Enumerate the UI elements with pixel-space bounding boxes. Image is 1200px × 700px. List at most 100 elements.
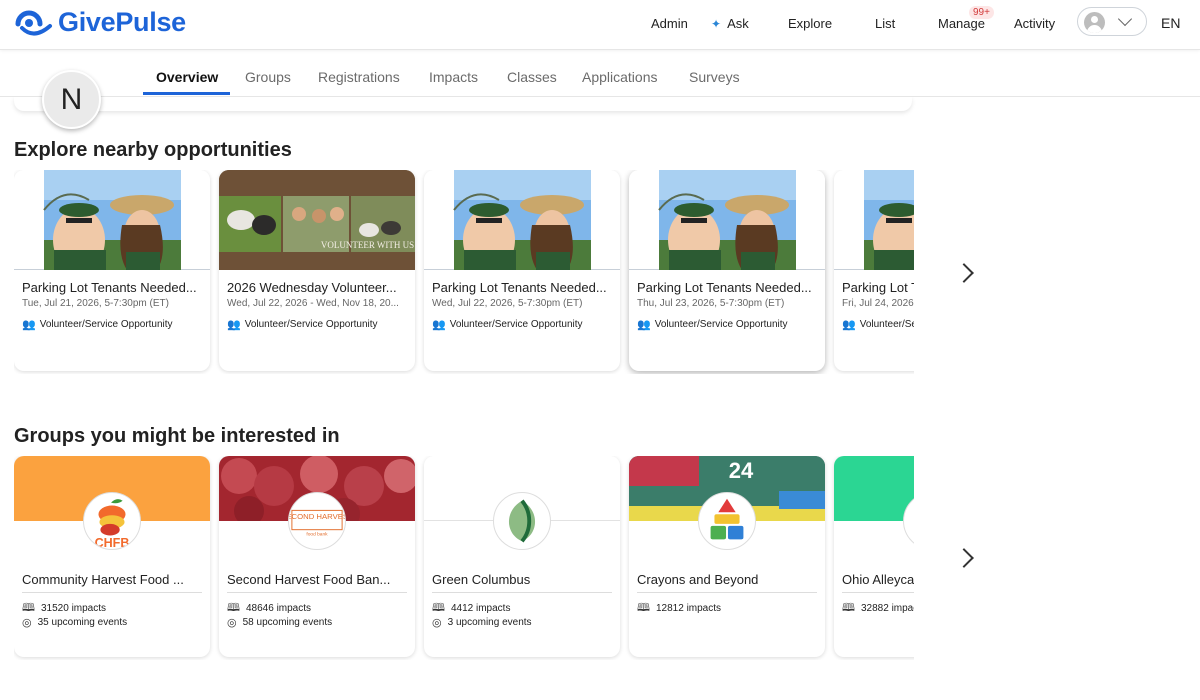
- divider: [842, 592, 914, 593]
- opportunity-type-label: Volunteer/Service Opportunity: [859, 319, 914, 330]
- tab-surveys[interactable]: Surveys: [689, 69, 740, 85]
- group-card[interactable]: 24 Crayons and Beyond 🕮 12812 impacts: [629, 456, 825, 657]
- group-name: Crayons and Beyond: [637, 572, 759, 587]
- opportunity-date: Wed, Jul 22, 2026, 5-7:30pm (ET): [432, 298, 583, 309]
- opportunity-card[interactable]: Parking Lot Tenants Needed... Fri, Jul 2…: [834, 170, 914, 371]
- image-caption: VOLUNTEER WITH US!: [321, 240, 415, 250]
- opportunity-type: 👥Volunteer/Service Opportunity: [22, 318, 173, 331]
- opportunity-type-label: Volunteer/Service Opportunity: [654, 319, 788, 330]
- opportunity-title: Parking Lot Tenants Needed...: [22, 280, 197, 295]
- opportunity-image: [424, 170, 620, 272]
- opportunity-title: Parking Lot Tenants Needed...: [842, 280, 914, 295]
- opportunity-type: 👥Volunteer/Service Opportunity: [432, 318, 583, 331]
- opportunity-card[interactable]: VOLUNTEER WITH US! 2026 Wednesday Volunt…: [219, 170, 415, 371]
- people-icon: 👥: [842, 319, 856, 331]
- group-logo: SECOND HARVEST food bank: [288, 492, 346, 550]
- second-harvest-logo-sub: food bank: [306, 531, 328, 537]
- calendar-icon: ◎: [432, 617, 442, 629]
- opportunity-date: Tue, Jul 21, 2026, 5-7:30pm (ET): [22, 298, 169, 309]
- group-name: Ohio Alleycat Resource...: [842, 572, 914, 587]
- opportunities-next-arrow[interactable]: [954, 263, 974, 283]
- tab-groups[interactable]: Groups: [245, 69, 291, 85]
- opportunity-card[interactable]: Parking Lot Tenants Needed... Thu, Jul 2…: [629, 170, 825, 371]
- opportunity-type: 👥Volunteer/Service Opportunity: [227, 318, 378, 331]
- group-name: Second Harvest Food Ban...: [227, 572, 391, 587]
- groups-heading: Groups you might be interested in: [14, 425, 340, 447]
- user-menu-button[interactable]: [1077, 7, 1147, 36]
- group-impacts-label: 32882 impacts: [860, 603, 914, 614]
- opportunity-image: [629, 170, 825, 272]
- nav-ask-label: Ask: [727, 16, 749, 31]
- group-card[interactable]: SECOND HARVEST food bank Second Harvest …: [219, 456, 415, 657]
- opportunity-image: [834, 170, 914, 272]
- people-icon: 👥: [432, 319, 446, 331]
- second-harvest-logo-text: SECOND HARVEST: [289, 512, 345, 521]
- divider: [227, 592, 407, 593]
- group-impacts-label: 31520 impacts: [40, 603, 107, 614]
- tab-registrations[interactable]: Registrations: [318, 69, 400, 85]
- groups-carousel: CHFB Community Harvest Food ... 🕮 31520 i…: [14, 456, 914, 660]
- group-events-label: 3 upcoming events: [447, 617, 532, 628]
- groups-next-arrow[interactable]: [954, 548, 974, 568]
- group-name: Green Columbus: [432, 572, 531, 587]
- opportunity-type-label: Volunteer/Service Opportunity: [244, 319, 378, 330]
- opportunities-heading: Explore nearby opportunities: [14, 139, 292, 161]
- nav-explore[interactable]: Explore: [788, 16, 832, 31]
- opportunity-type: 👥Volunteer/Service Opportunity: [842, 318, 914, 331]
- givepulse-logo[interactable]: GivePulse: [14, 7, 186, 38]
- opportunity-type: 👥Volunteer/Service Opportunity: [637, 318, 788, 331]
- nav-activity[interactable]: Activity: [1014, 16, 1055, 31]
- divider: [637, 592, 817, 593]
- nav-ask[interactable]: ✦ Ask: [711, 16, 749, 31]
- opportunity-date: Fri, Jul 24, 2026, 5-7:30pm (ET): [842, 298, 914, 309]
- opportunity-type-label: Volunteer/Service Opportunity: [449, 319, 583, 330]
- group-card[interactable]: CHFB Community Harvest Food ... 🕮 31520 i…: [14, 456, 210, 657]
- nav-admin[interactable]: Admin: [651, 16, 688, 31]
- group-name: Community Harvest Food ...: [22, 572, 184, 587]
- group-card[interactable]: Green Columbus 🕮 4412 impacts ◎ 3 upcoming…: [424, 456, 620, 657]
- opportunity-title: Parking Lot Tenants Needed...: [637, 280, 812, 295]
- group-card[interactable]: O Ohio Alleycat Resource... 🕮32882 impac…: [834, 456, 914, 657]
- opportunity-image: [14, 170, 210, 272]
- opportunities-carousel: Parking Lot Tenants Needed... Tue, Jul 2…: [14, 170, 914, 374]
- active-tab-indicator: [143, 92, 230, 95]
- top-navbar: GivePulse Admin ✦ Ask Explore List Manage…: [0, 0, 1200, 50]
- group-impacts-label: 12812 impacts: [655, 603, 722, 614]
- opportunity-card[interactable]: Parking Lot Tenants Needed... Tue, Jul 2…: [14, 170, 210, 371]
- profile-avatar[interactable]: N: [42, 70, 101, 129]
- group-logo: [493, 492, 551, 550]
- tab-classes[interactable]: Classes: [507, 69, 557, 85]
- chfb-logo-text: CHFB: [95, 536, 130, 550]
- sparkle-icon: ✦: [711, 17, 722, 31]
- user-avatar-icon: [1084, 12, 1105, 33]
- opportunity-date: Thu, Jul 23, 2026, 5-7:30pm (ET): [637, 298, 785, 309]
- banner-number: 24: [729, 458, 754, 483]
- group-impacts-label: 4412 impacts: [450, 603, 511, 614]
- tab-impacts[interactable]: Impacts: [429, 69, 478, 85]
- people-icon: 👥: [227, 319, 241, 331]
- group-events: ◎ 3 upcoming events: [432, 616, 532, 629]
- group-impacts: 🕮 32882 impacts: [842, 599, 914, 618]
- profile-card-edge: [14, 97, 912, 111]
- group-logo: CHFB: [83, 492, 141, 550]
- opportunity-image: VOLUNTEER WITH US!: [219, 170, 415, 270]
- group-events-label: 58 upcoming events: [242, 617, 333, 628]
- tab-applications[interactable]: Applications: [582, 69, 658, 85]
- language-selector[interactable]: EN: [1161, 15, 1180, 31]
- group-impacts-label: 48646 impacts: [245, 603, 312, 614]
- book-icon: 🕮: [637, 602, 650, 614]
- people-icon: 👥: [637, 319, 651, 331]
- opportunity-date: Wed, Jul 22, 2026 - Wed, Nov 18, 20...: [227, 298, 399, 309]
- chevron-down-icon: [1117, 11, 1133, 27]
- tab-overview[interactable]: Overview: [156, 69, 218, 85]
- people-icon: 👥: [22, 319, 36, 331]
- givepulse-logo-icon: [15, 10, 52, 35]
- group-logo: [698, 492, 756, 550]
- opportunity-type-label: Volunteer/Service Opportunity: [39, 319, 173, 330]
- opportunity-card[interactable]: Parking Lot Tenants Needed... Wed, Jul 2…: [424, 170, 620, 371]
- divider: [432, 592, 612, 593]
- nav-list[interactable]: List: [875, 16, 895, 31]
- notification-badge: 99+: [969, 6, 994, 19]
- group-events: ◎ 58 upcoming events: [227, 616, 332, 629]
- group-impacts: 🕮 12812 impacts: [637, 599, 721, 618]
